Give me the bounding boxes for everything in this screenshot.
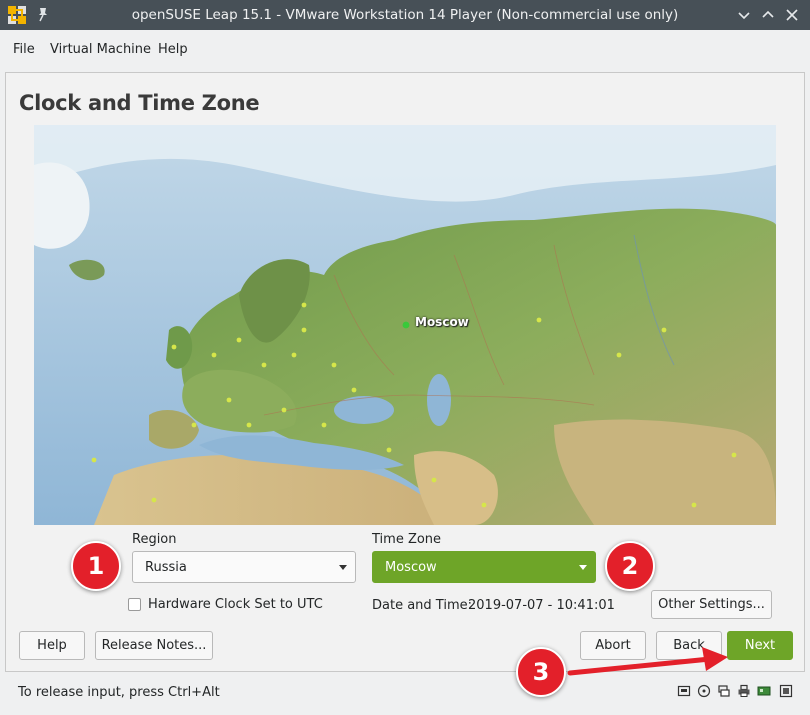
chevron-down-icon: [738, 12, 750, 20]
menu-bar: File Virtual Machine Help: [0, 30, 810, 70]
close-icon: [786, 9, 798, 21]
region-label: Region: [132, 532, 177, 547]
maximize-button[interactable]: [758, 5, 778, 25]
next-button[interactable]: Next: [727, 631, 793, 660]
release-input-hint: To release input, press Ctrl+Alt: [18, 685, 220, 700]
network-icon[interactable]: [717, 684, 731, 698]
menu-virtual-machine[interactable]: Virtual Machine: [50, 42, 151, 57]
other-settings-button[interactable]: Other Settings...: [651, 590, 772, 619]
minimize-button[interactable]: [734, 5, 754, 25]
datetime-value: 2019-07-07 - 10:41:01: [468, 598, 615, 613]
world-map-image: [34, 125, 776, 525]
menu-file[interactable]: File: [13, 42, 35, 57]
chevron-down-icon: [339, 565, 347, 570]
close-button[interactable]: [782, 5, 802, 25]
guest-display[interactable]: Clock and Time Zone Moscow Region Russia…: [5, 72, 805, 672]
annotation-arrow: [567, 647, 728, 676]
selected-city-marker: [402, 321, 410, 329]
datetime-label: Date and Time:: [372, 598, 472, 613]
timezone-map[interactable]: Moscow: [34, 125, 776, 525]
printer-icon[interactable]: [737, 684, 751, 698]
annotation-badge-3: 3: [516, 647, 566, 697]
chevron-up-icon: [762, 10, 774, 18]
message-log-icon[interactable]: [779, 684, 793, 698]
map-city-label: Moscow: [415, 315, 469, 329]
annotation-badge-2: 2: [605, 541, 655, 591]
chevron-down-icon: [579, 565, 587, 570]
help-button[interactable]: Help: [19, 631, 85, 660]
hard-disk-icon[interactable]: [677, 684, 691, 698]
release-notes-button[interactable]: Release Notes...: [95, 631, 213, 660]
window-title: openSUSE Leap 15.1 - VMware Workstation …: [131, 7, 679, 23]
annotation-badge-1: 1: [71, 541, 121, 591]
menu-help[interactable]: Help: [158, 42, 188, 57]
timezone-value: Moscow: [385, 560, 437, 575]
cd-rom-icon[interactable]: [697, 684, 711, 698]
hardware-clock-checkbox[interactable]: [128, 598, 141, 611]
hardware-clock-label: Hardware Clock Set to UTC: [148, 597, 323, 612]
region-value: Russia: [145, 560, 187, 575]
page-title: Clock and Time Zone: [19, 91, 260, 115]
sound-card-icon[interactable]: [757, 684, 771, 698]
timezone-label: Time Zone: [372, 532, 442, 547]
window-titlebar: openSUSE Leap 15.1 - VMware Workstation …: [0, 0, 810, 30]
timezone-combobox[interactable]: Moscow: [372, 551, 596, 583]
region-combobox[interactable]: Russia: [132, 551, 356, 583]
